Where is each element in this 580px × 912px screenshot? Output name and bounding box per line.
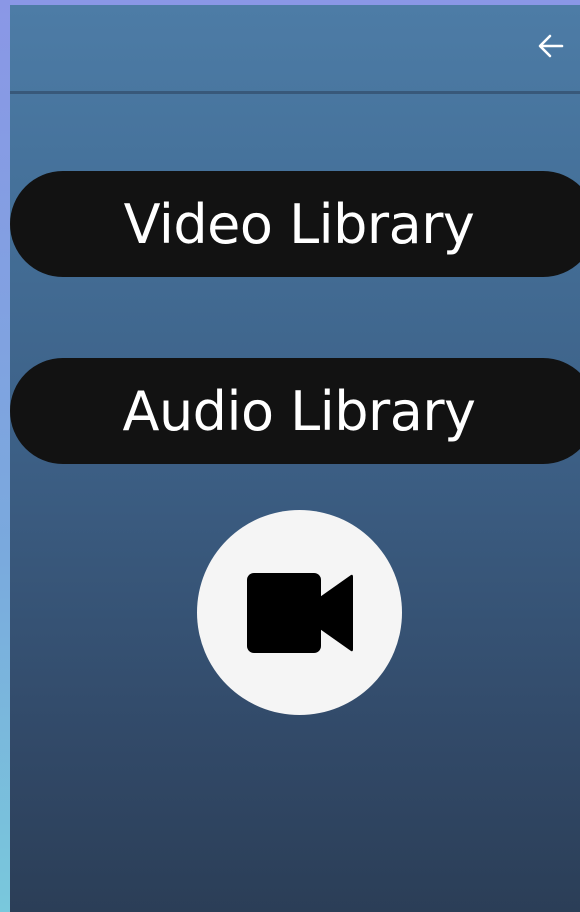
top-bar <box>10 5 580 94</box>
audio-library-button[interactable]: Audio Library <box>10 358 580 464</box>
arrow-left-icon <box>538 34 564 58</box>
video-camera-icon <box>246 572 353 653</box>
app-screen: Video Library Audio Library <box>10 5 580 912</box>
record-video-button[interactable] <box>197 510 402 715</box>
audio-library-label: Audio Library <box>122 379 476 443</box>
video-library-label: Video Library <box>123 192 475 256</box>
back-button[interactable] <box>534 29 568 63</box>
video-library-button[interactable]: Video Library <box>10 171 580 277</box>
